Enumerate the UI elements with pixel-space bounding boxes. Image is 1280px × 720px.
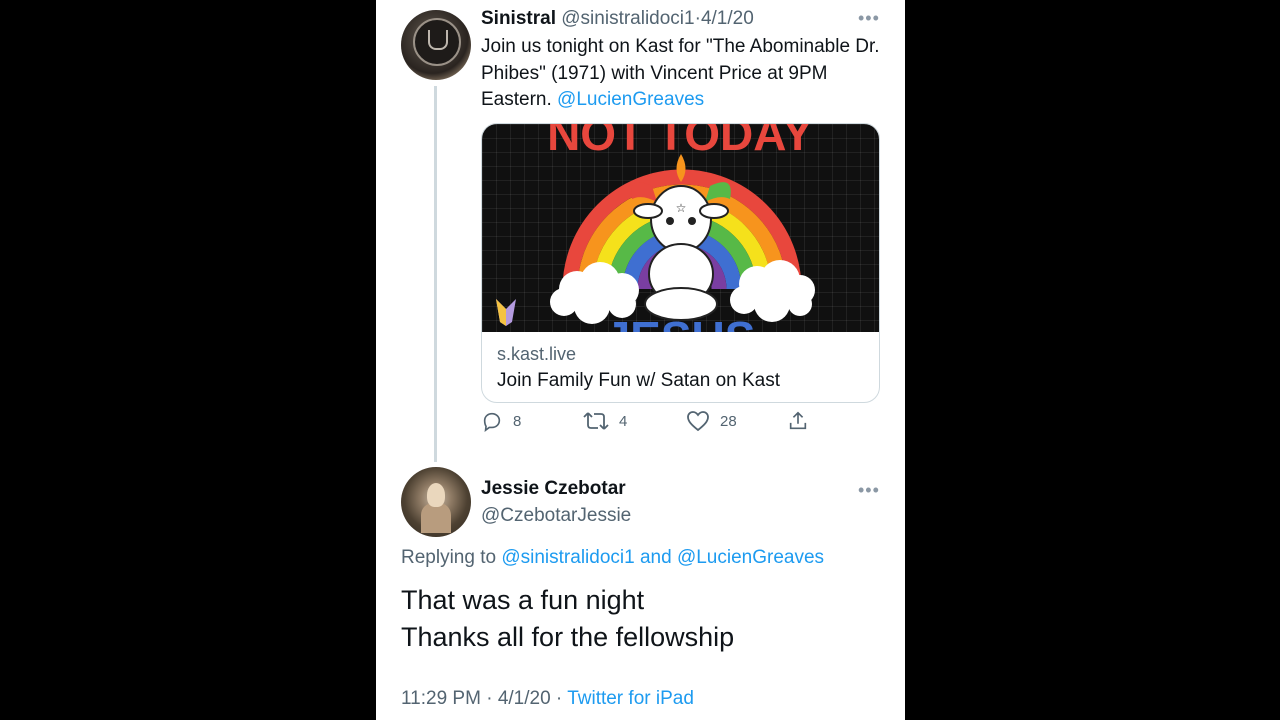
avatar-figure-head xyxy=(427,483,445,507)
tweet-date[interactable]: 4/1/20 xyxy=(701,8,754,29)
baphomet-rainbow-illustration: NOT TODAY ☆ xyxy=(496,124,815,332)
tweet-text: Join us tonight on Kast for "The Abomina… xyxy=(481,34,891,114)
thread-connector-line xyxy=(434,86,437,462)
like-button[interactable]: 28 xyxy=(686,410,737,432)
replying-to: Replying to @sinistralidoci1 and @Lucien… xyxy=(401,547,824,569)
svg-text:☆: ☆ xyxy=(676,201,687,215)
replying-user-link[interactable]: @LucienGreaves xyxy=(677,547,824,568)
share-icon xyxy=(789,411,807,430)
retweet-count: 4 xyxy=(619,412,628,430)
author-name[interactable]: Sinistral xyxy=(481,8,556,29)
replying-and: and xyxy=(634,547,677,568)
reply-icon xyxy=(483,412,501,432)
avatar[interactable] xyxy=(401,467,471,537)
tweet-meta: 11:29 PM · 4/1/20 · Twitter for iPad xyxy=(401,688,694,710)
tweet-time[interactable]: 11:29 PM xyxy=(401,688,481,709)
card-image: NOT TODAY ☆ xyxy=(482,124,879,332)
retweet-icon xyxy=(583,412,609,430)
tweet-text-line: Thanks all for the fellowship xyxy=(401,622,735,652)
avatar-figure-body xyxy=(421,503,451,533)
avatar[interactable] xyxy=(401,10,471,80)
image-top-text: NOT TODAY xyxy=(547,124,813,160)
tweet-source-link[interactable]: Twitter for iPad xyxy=(567,688,694,709)
heart-icon xyxy=(687,411,709,432)
reply-button[interactable]: 8 xyxy=(481,410,521,432)
share-button[interactable] xyxy=(787,410,819,432)
tweet-text: That was a fun night Thanks all for the … xyxy=(401,582,734,656)
tweet-thread-panel: Sinistral @sinistralidoci1·4/1/20 ••• Jo… xyxy=(376,0,905,720)
author-handle[interactable]: @CzebotarJessie xyxy=(481,505,631,527)
replying-user-link[interactable]: @sinistralidoci1 xyxy=(501,547,634,568)
image-bottom-text: JESUS xyxy=(605,312,756,332)
mention-link[interactable]: @LucienGreaves xyxy=(557,89,704,110)
author-handle[interactable]: @sinistralidoci1 xyxy=(561,8,694,29)
author-name[interactable]: Jessie Czebotar xyxy=(481,478,626,500)
more-options-icon[interactable]: ••• xyxy=(858,8,880,29)
link-preview-card[interactable]: NOT TODAY ☆ s.kast.live Join Family Fun … xyxy=(481,123,880,403)
seal-logo-icon xyxy=(413,18,461,66)
replying-prefix: Replying to xyxy=(401,547,502,568)
tweet-header: Sinistral @sinistralidoci1·4/1/20 xyxy=(481,8,754,30)
tweet-date[interactable]: 4/1/20 xyxy=(498,688,551,709)
reply-count: 8 xyxy=(513,412,522,430)
more-options-icon[interactable]: ••• xyxy=(858,480,880,501)
retweet-button[interactable]: 4 xyxy=(583,410,627,432)
like-count: 28 xyxy=(720,412,737,430)
meta-separator: · xyxy=(550,688,568,709)
card-title: Join Family Fun w/ Satan on Kast xyxy=(497,370,781,391)
card-domain: s.kast.live xyxy=(497,344,577,364)
tweet-text-line: That was a fun night xyxy=(401,585,645,615)
meta-separator: · xyxy=(480,688,498,709)
